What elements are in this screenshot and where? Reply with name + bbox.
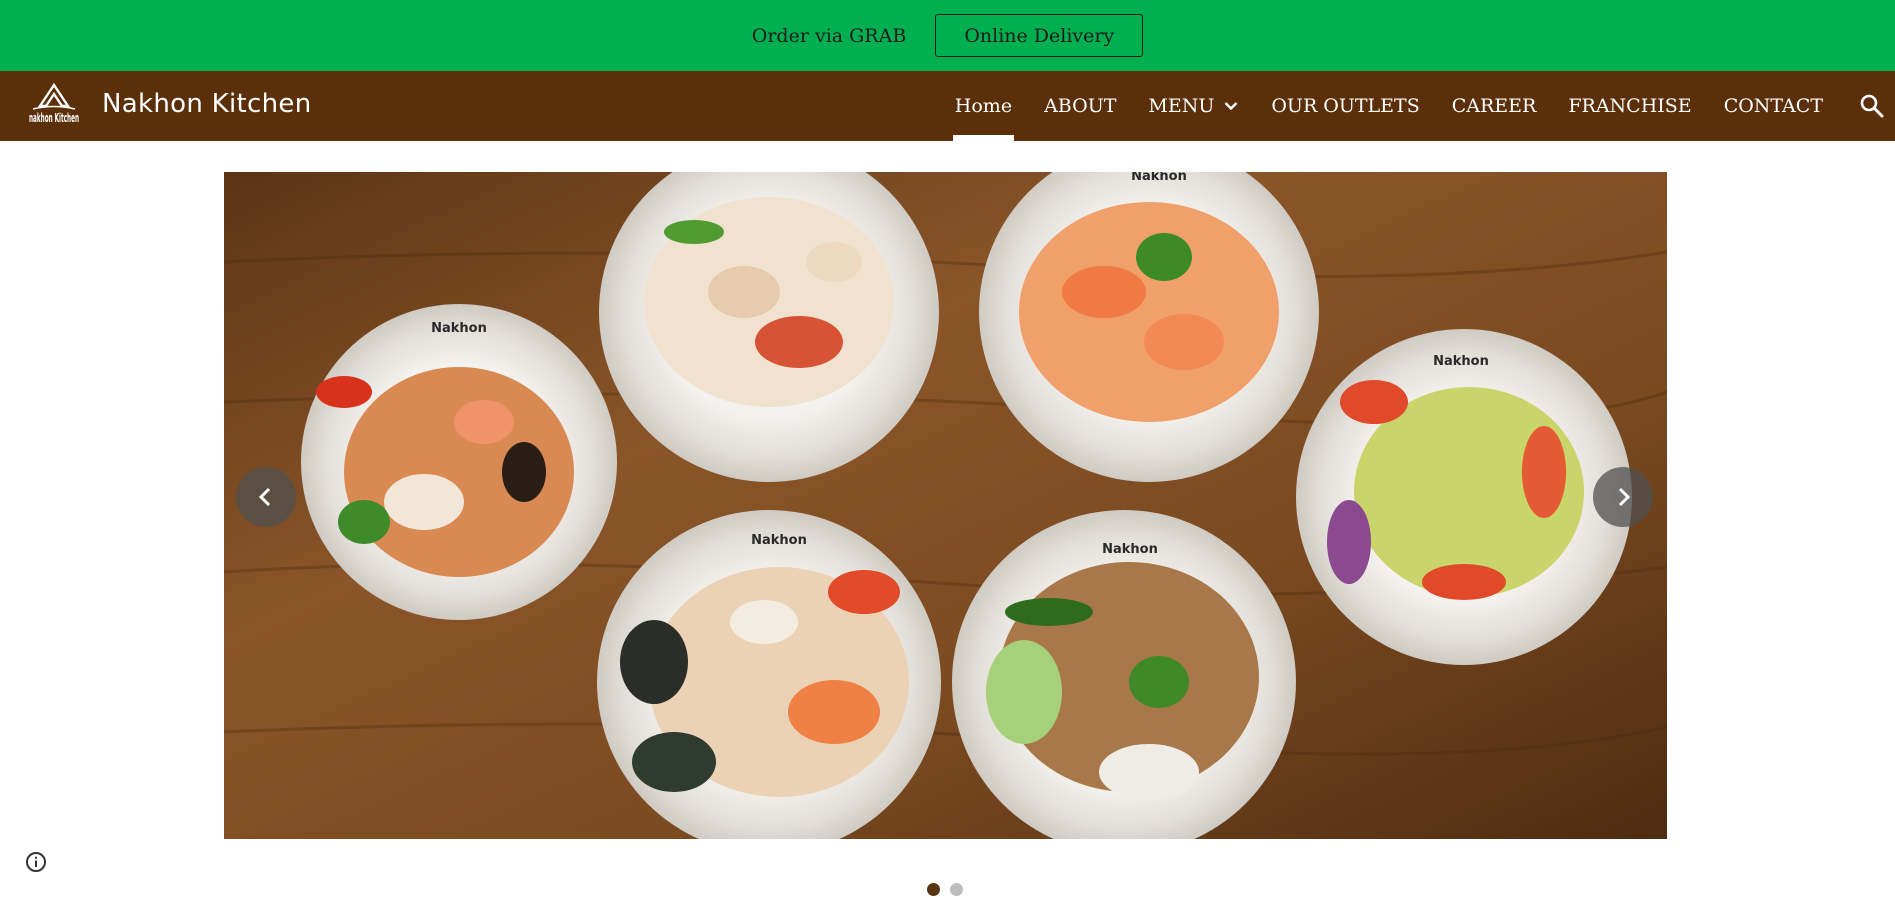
plate-brand: Nakhon (1433, 354, 1489, 369)
dish-plate: Nakhon (301, 304, 617, 620)
logo-wordmark: nakhon Kitchen (29, 111, 79, 125)
site-header: nakhon Kitchen Nakhon Kitchen Home ABOUT… (0, 71, 1895, 141)
nav-our-outlets-label: OUR OUTLETS (1271, 95, 1420, 117)
plate-brand: Nakhon (1131, 172, 1187, 184)
nav-menu[interactable]: MENU (1148, 71, 1239, 141)
plate-brand: Nakhon (431, 321, 487, 336)
nav-menu-label: MENU (1148, 95, 1215, 117)
nav-franchise-label: FRANCHISE (1568, 95, 1692, 117)
carousel-next-button[interactable] (1593, 467, 1653, 527)
plate-brand: Nakhon (751, 533, 807, 548)
nav-contact[interactable]: CONTACT (1724, 71, 1823, 141)
dish-plate: Nakhon (952, 510, 1296, 839)
logo[interactable]: nakhon Kitchen (27, 82, 81, 130)
carousel-slide-image: Nakhon Nakhon Nakhon Nakhon Nakhon (224, 172, 1667, 839)
chevron-right-icon (1618, 487, 1631, 507)
carousel-dot-1[interactable] (927, 883, 940, 896)
nav-contact-label: CONTACT (1723, 95, 1823, 117)
dish-plate: Nakhon (1296, 329, 1632, 665)
carousel-dot-2[interactable] (950, 883, 963, 896)
promo-text: Order via GRAB (751, 24, 907, 47)
nav-career[interactable]: CAREER (1452, 71, 1537, 141)
nav-home[interactable]: Home (952, 71, 1015, 141)
nav-our-outlets[interactable]: OUR OUTLETS (1271, 71, 1419, 141)
promo-bar: Order via GRAB Online Delivery (0, 0, 1895, 71)
online-delivery-button[interactable]: Online Delivery (935, 14, 1144, 57)
chevron-down-icon[interactable] (1223, 98, 1239, 114)
carousel-indicators (927, 883, 973, 896)
dish-plate: Nakhon (597, 510, 941, 839)
nav-about[interactable]: ABOUT (1044, 71, 1116, 141)
carousel-prev-button[interactable] (236, 467, 296, 527)
main-nav: Home ABOUT MENU OUR OUTLETS CAREER FRANC… (923, 71, 1823, 141)
site-title[interactable]: Nakhon Kitchen (102, 89, 311, 119)
search-icon[interactable] (1859, 93, 1885, 119)
nav-about-label: ABOUT (1044, 95, 1117, 117)
nav-home-label: Home (954, 95, 1013, 117)
info-icon[interactable] (25, 851, 47, 873)
nav-career-label: CAREER (1451, 95, 1537, 117)
nav-franchise[interactable]: FRANCHISE (1568, 71, 1691, 141)
chevron-left-icon (258, 487, 271, 507)
plate-brand: Nakhon (1102, 542, 1158, 557)
